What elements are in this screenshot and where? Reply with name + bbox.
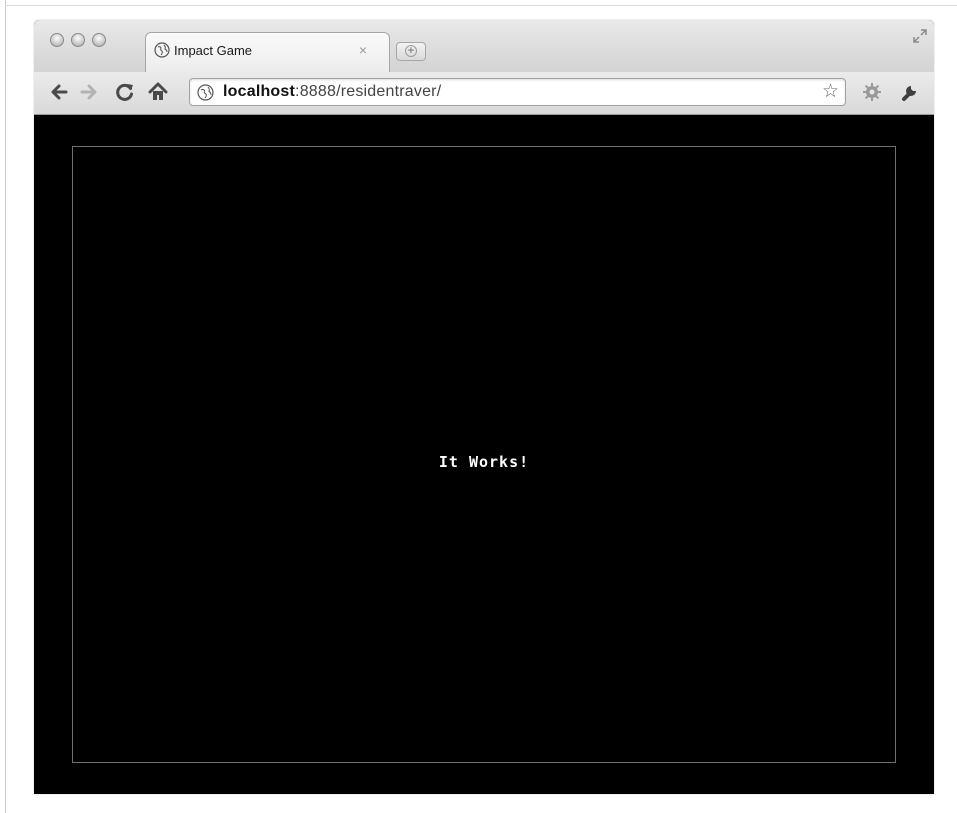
home-icon[interactable] <box>147 81 169 103</box>
tab-close-icon[interactable]: × <box>359 42 367 58</box>
gear-icon[interactable] <box>861 81 883 103</box>
plus-icon: + <box>405 45 417 57</box>
tab-impact-game[interactable]: Impact Game × <box>145 32 390 73</box>
close-window-button[interactable] <box>50 33 64 47</box>
frame-divider-left <box>5 0 6 813</box>
zoom-window-button[interactable] <box>92 33 106 47</box>
star-icon[interactable]: ☆ <box>822 82 839 102</box>
reload-icon[interactable] <box>114 81 136 103</box>
back-arrow-icon[interactable] <box>48 81 70 103</box>
new-tab-button[interactable]: + <box>396 42 426 61</box>
browser-window: Impact Game × + localhost:8888/residentr… <box>34 20 934 794</box>
page-content: It Works! <box>34 115 934 794</box>
frame-divider-top <box>5 5 957 6</box>
title-bar: Impact Game × + <box>34 20 934 73</box>
game-message: It Works! <box>438 453 530 471</box>
address-url: localhost:8888/residentraver/ <box>223 83 441 101</box>
fullscreen-icon[interactable] <box>912 28 928 44</box>
forward-arrow-icon[interactable] <box>78 81 100 103</box>
address-host: localhost <box>223 83 296 100</box>
minimize-window-button[interactable] <box>71 33 85 47</box>
screenshot-page: Impact Game × + localhost:8888/residentr… <box>0 0 957 813</box>
globe-icon <box>197 84 214 101</box>
game-canvas[interactable]: It Works! <box>72 146 896 763</box>
wrench-icon[interactable] <box>899 81 921 103</box>
navigation-toolbar: localhost:8888/residentraver/ ☆ <box>34 72 934 115</box>
globe-icon <box>154 42 170 58</box>
address-bar[interactable]: localhost:8888/residentraver/ ☆ <box>189 78 846 106</box>
address-path: :8888/residentraver/ <box>295 83 442 100</box>
tab-title: Impact Game <box>174 43 253 58</box>
